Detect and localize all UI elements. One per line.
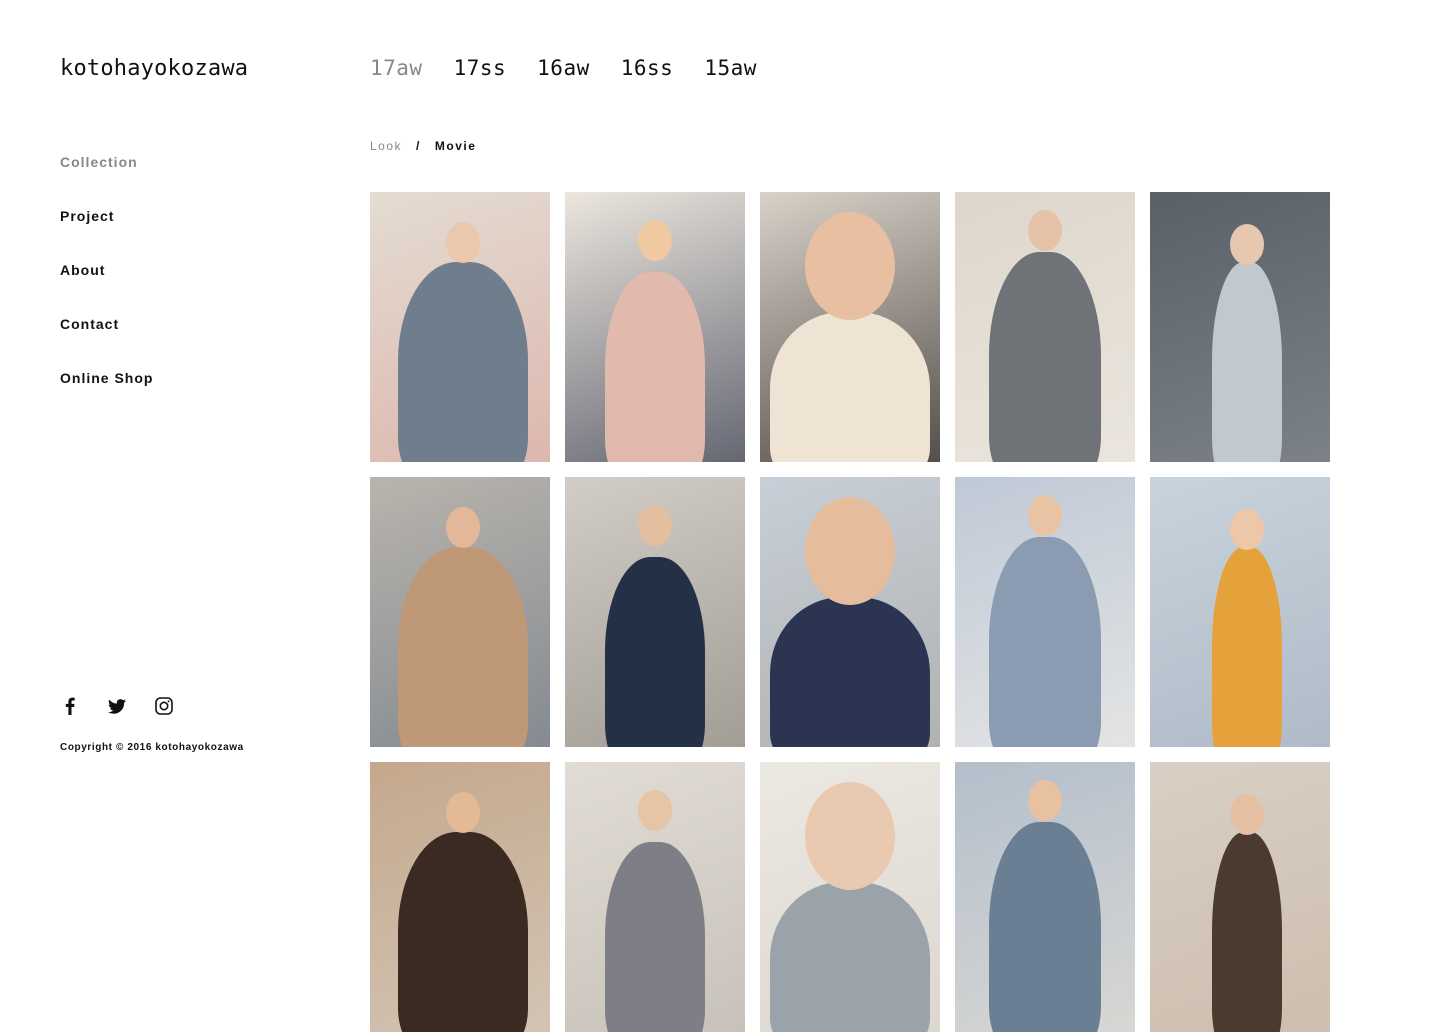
model-figure bbox=[1212, 832, 1282, 1032]
twitter-icon[interactable] bbox=[107, 696, 127, 716]
model-figure bbox=[989, 537, 1101, 747]
subnav-separator: / bbox=[416, 139, 421, 153]
brand-logo[interactable]: kotohayokozawa bbox=[60, 56, 248, 81]
model-head bbox=[1028, 780, 1062, 821]
model-figure bbox=[770, 882, 930, 1032]
lookbook-gallery bbox=[370, 192, 1330, 1032]
lookbook-photo-2[interactable] bbox=[565, 192, 745, 462]
season-tab-16aw[interactable]: 16aw bbox=[537, 56, 590, 80]
movie-link[interactable]: Movie bbox=[435, 139, 477, 153]
sidebar-item-project[interactable]: Project bbox=[60, 208, 153, 262]
instagram-icon[interactable] bbox=[154, 696, 174, 716]
lookbook-photo-9[interactable] bbox=[955, 477, 1135, 747]
model-head bbox=[1028, 495, 1062, 536]
model-head bbox=[638, 220, 672, 261]
model-figure bbox=[989, 822, 1101, 1032]
model-figure bbox=[1212, 262, 1282, 462]
model-head bbox=[1028, 210, 1062, 251]
model-figure bbox=[605, 557, 705, 747]
model-figure bbox=[398, 547, 528, 747]
model-head bbox=[805, 782, 895, 890]
sidebar-item-about[interactable]: About bbox=[60, 262, 153, 316]
model-head bbox=[1230, 224, 1264, 265]
lookbook-photo-7[interactable] bbox=[565, 477, 745, 747]
model-figure bbox=[605, 272, 705, 462]
model-figure bbox=[398, 832, 528, 1032]
model-figure bbox=[605, 842, 705, 1032]
lookbook-photo-3[interactable] bbox=[760, 192, 940, 462]
look-link[interactable]: Look bbox=[370, 139, 402, 153]
lookbook-photo-1[interactable] bbox=[370, 192, 550, 462]
model-head bbox=[1230, 509, 1264, 550]
sidebar-nav: Collection Project About Contact Online … bbox=[60, 154, 153, 424]
model-figure bbox=[398, 262, 528, 462]
facebook-icon[interactable] bbox=[60, 696, 80, 716]
look-movie-switch: Look / Movie bbox=[370, 139, 476, 153]
model-figure bbox=[1212, 547, 1282, 747]
model-figure bbox=[770, 597, 930, 747]
lookbook-photo-6[interactable] bbox=[370, 477, 550, 747]
season-tab-16ss[interactable]: 16ss bbox=[621, 56, 674, 80]
sidebar-item-collection[interactable]: Collection bbox=[60, 154, 153, 208]
lookbook-photo-4[interactable] bbox=[955, 192, 1135, 462]
model-figure bbox=[989, 252, 1101, 462]
season-nav: 17aw 17ss 16aw 16ss 15aw bbox=[370, 56, 788, 80]
model-head bbox=[1230, 794, 1264, 835]
model-head bbox=[805, 212, 895, 320]
model-head bbox=[638, 790, 672, 831]
season-tab-17ss[interactable]: 17ss bbox=[454, 56, 507, 80]
social-links bbox=[60, 696, 201, 716]
copyright-text: Copyright © 2016 kotohayokozawa bbox=[60, 742, 244, 753]
sidebar-item-online-shop[interactable]: Online Shop bbox=[60, 370, 153, 424]
season-tab-15aw[interactable]: 15aw bbox=[704, 56, 757, 80]
lookbook-photo-5[interactable] bbox=[1150, 192, 1330, 462]
model-head bbox=[805, 497, 895, 605]
lookbook-photo-8[interactable] bbox=[760, 477, 940, 747]
model-head bbox=[638, 505, 672, 546]
lookbook-photo-10[interactable] bbox=[1150, 477, 1330, 747]
model-figure bbox=[770, 312, 930, 462]
model-head bbox=[446, 507, 480, 548]
model-head bbox=[446, 792, 480, 833]
sidebar-item-contact[interactable]: Contact bbox=[60, 316, 153, 370]
season-tab-17aw[interactable]: 17aw bbox=[370, 56, 423, 80]
model-head bbox=[446, 222, 480, 263]
